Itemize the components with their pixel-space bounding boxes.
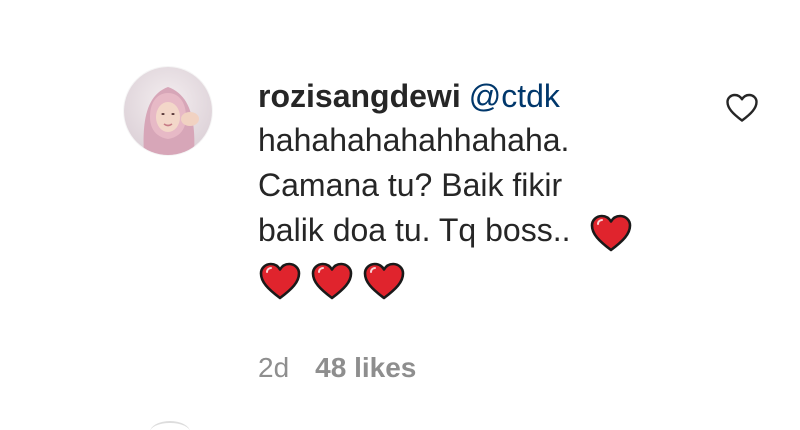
likes-count-button[interactable]: 48 likes [315,352,416,383]
comment-header: rozisangdewi @ctdk [258,74,698,118]
username-link[interactable]: rozisangdewi [258,78,461,114]
comment-text: balik doa tu. Tq boss.. [258,212,571,248]
comment-meta: 2d 48 likes [258,348,416,388]
red-heart-icon [310,261,354,301]
comment-item: rozisangdewi @ctdk hahahahahahhahaha. Cam… [0,0,800,430]
comment-text-line-2: Camana tu? Baik fikir [258,167,563,203]
red-heart-icon [362,261,406,301]
avatar[interactable] [124,67,212,155]
comment-text-line-1: hahahahahahhahaha. [258,122,570,158]
heart-outline-icon [726,93,758,122]
profile-photo-icon [124,67,212,155]
red-heart-icon [589,213,633,253]
like-button[interactable] [724,90,760,126]
next-comment-avatar [150,421,190,430]
emoji-row [258,253,698,309]
comment-text-line-3: balik doa tu. Tq boss.. [258,208,698,253]
timestamp-link[interactable]: 2d [258,352,289,383]
red-heart-icon [258,261,302,301]
mention-link[interactable]: @ctdk [469,78,560,114]
comment-body: rozisangdewi @ctdk hahahahahahhahaha. Cam… [258,74,698,309]
